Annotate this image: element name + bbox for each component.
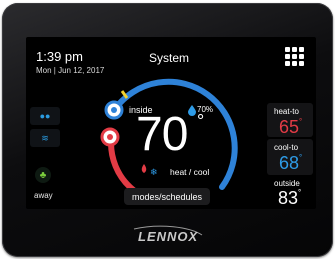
current-temperature: 70 <box>136 108 188 161</box>
thermostat-device: 1:39 pm Mon | Jun 12, 2017 System ●● ≋ ♣… <box>2 3 333 257</box>
heat-flame-icon <box>141 164 147 173</box>
heat-to-value: 65 <box>279 117 300 137</box>
brand-logo: LENNOX <box>138 229 199 244</box>
cool-degree: ° <box>299 153 303 162</box>
outside-degree: ° <box>298 188 302 197</box>
modes-schedules-button[interactable]: modes/schedules <box>124 188 210 205</box>
cool-to-label: cool-to <box>274 143 299 152</box>
heat-degree: ° <box>299 117 303 126</box>
outside-label: outside <box>274 179 300 188</box>
cool-to-value: 68 <box>279 153 300 173</box>
system-mode: heat / cool <box>170 167 210 177</box>
heat-to-label: heat-to <box>274 107 299 116</box>
cool-snowflake-icon: ❄ <box>150 167 158 177</box>
cool-handle-dot <box>111 107 117 113</box>
thermostat-screen: 1:39 pm Mon | Jun 12, 2017 System ●● ≋ ♣… <box>26 37 316 209</box>
temperature-degree: ° <box>197 111 205 131</box>
heat-handle-dot <box>107 134 113 140</box>
humidity-drop-icon <box>188 105 196 116</box>
outside-temperature: 83 <box>278 188 299 208</box>
